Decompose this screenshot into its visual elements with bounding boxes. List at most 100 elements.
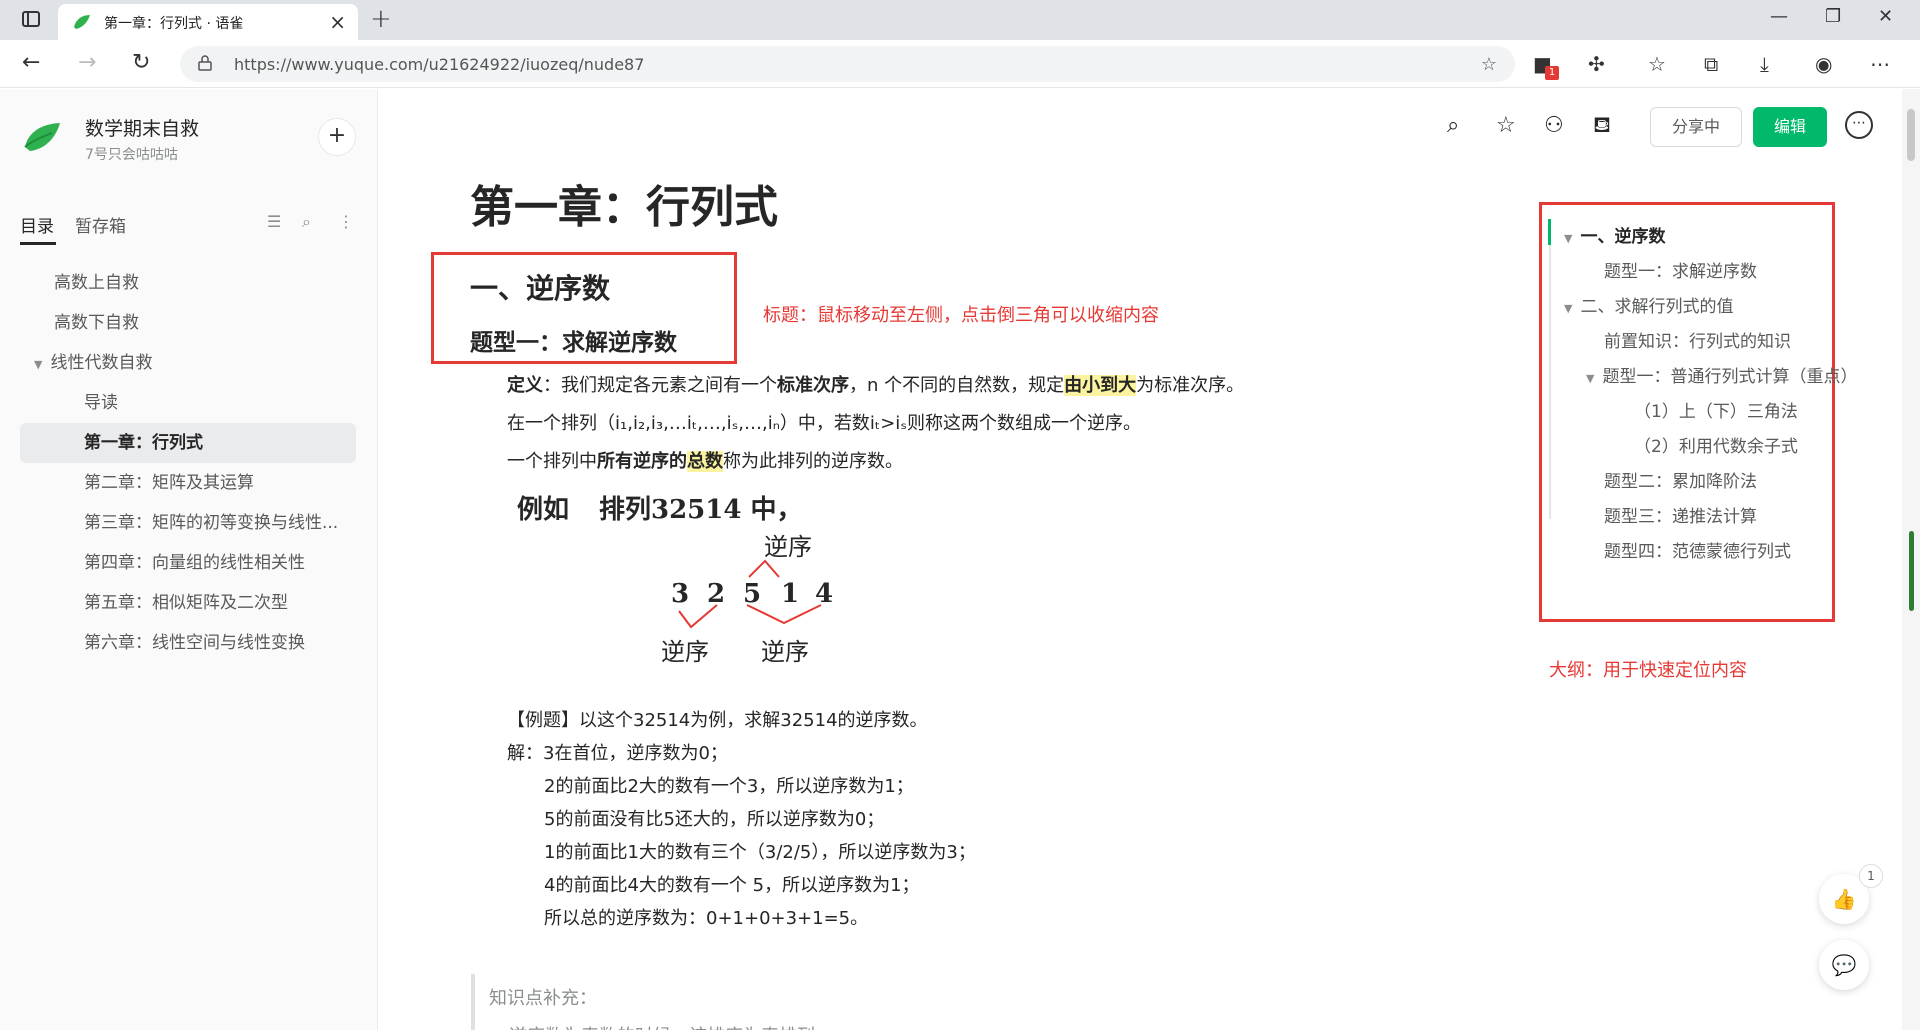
outline-item[interactable]: 题型二：累加降阶法 — [1604, 467, 1757, 492]
list-view-icon[interactable]: ☰ — [267, 212, 281, 231]
url-field[interactable]: https://www.yuque.com/u21624922/iuozeq/n… — [180, 46, 1515, 82]
definition-paragraph: 定义：我们规定各元素之间有一个标准次序，n 个不同的自然数，规定由小到大为标准次… — [507, 371, 1244, 397]
collapse-caret-icon[interactable]: ▼ — [34, 345, 42, 385]
more-options-icon[interactable]: ⋯ — [1845, 111, 1873, 139]
back-icon[interactable]: ← — [22, 50, 40, 75]
forward-icon[interactable]: → — [78, 50, 96, 75]
sidebar-item-label: 线性代数自救 — [50, 353, 153, 373]
sidebar-item-current[interactable]: 第一章：行列式 — [20, 423, 356, 463]
outline-item[interactable]: 题型三：递推法计算 — [1604, 502, 1757, 527]
outline-label: 一、逆序数 — [1580, 227, 1666, 247]
sidebar-item[interactable]: 导读 — [84, 383, 118, 423]
like-count-badge: 1 — [1859, 864, 1883, 888]
quote-title: 知识点补充： — [489, 988, 597, 1009]
sidebar-item[interactable]: 第二章：矩阵及其运算 — [84, 463, 254, 503]
search-icon[interactable]: ⌕ — [1447, 113, 1459, 138]
def-text: ：我们规定各元素之间有一个 — [543, 375, 777, 396]
comment-icon: 💬 — [1831, 953, 1857, 977]
comment-button[interactable]: 💬 — [1819, 940, 1869, 990]
definition-line-2: 在一个排列（i₁,i₂,i₃,…iₜ,…,iₛ,…,iₙ）中，若数iₜ>iₛ则称… — [507, 413, 1142, 434]
lock-icon — [198, 55, 212, 71]
example-problem: 【例题】以这个32514为例，求解32514的逆序数。 — [507, 710, 928, 731]
solution-line: 5的前面没有比5还大的，所以逆序数为0； — [544, 809, 885, 830]
search-icon[interactable]: ⌕ — [302, 212, 311, 232]
highlight-text: 总数 — [687, 451, 723, 472]
annotation-title: 标题：鼠标移动至左侧，点击倒三角可以收缩内容 — [763, 305, 1159, 326]
new-tab-icon[interactable]: + — [370, 4, 392, 34]
text: 称为此排列的逆序数。 — [723, 451, 903, 472]
tab-underline — [20, 242, 56, 245]
profile-avatar-icon[interactable]: ◉ — [1815, 52, 1832, 76]
outline-label: 二、求解行列式的值 — [1580, 297, 1734, 317]
minimize-icon[interactable]: — — [1770, 6, 1788, 27]
outline-item[interactable]: （2）利用代数余子式 — [1634, 432, 1798, 457]
outline-track — [1549, 219, 1551, 519]
def-label: 定义 — [507, 375, 543, 396]
star-icon[interactable]: ☆ — [1496, 113, 1516, 138]
restore-icon[interactable]: ❐ — [1825, 6, 1841, 27]
downloads-icon[interactable]: ⤓ — [1760, 52, 1769, 76]
book-title[interactable]: 数学期末自救 — [85, 114, 199, 141]
tab-drafts[interactable]: 暂存箱 — [75, 212, 126, 237]
heading-3: 题型一：求解逆序数 — [470, 330, 677, 356]
definition-line-3: 一个排列中所有逆序的总数称为此排列的逆序数。 — [507, 447, 903, 473]
add-collaborator-icon[interactable]: ⚇ — [1544, 113, 1564, 138]
def-highlight: 由小到大 — [1064, 375, 1137, 396]
example-image: 例如 排列32514 中， 逆序 3 2 5 1 4 逆序 逆序 — [509, 489, 909, 689]
sidebar-item[interactable]: 第四章：向量组的线性相关性 — [84, 543, 305, 583]
outline-item[interactable]: ▼ 二、求解行列式的值 — [1564, 292, 1733, 317]
heading-2: 一、逆序数 — [470, 272, 611, 305]
solution-line: 所以总的逆序数为：0+1+0+3+1=5。 — [544, 908, 869, 929]
tab-close-icon[interactable]: × — [329, 10, 346, 34]
reverse-label-left: 逆序 — [661, 638, 709, 666]
page-title: 第一章：行列式 — [470, 182, 778, 233]
sidebar-item[interactable]: 第五章：相似矩阵及二次型 — [84, 583, 288, 623]
reverse-label-right: 逆序 — [761, 638, 809, 666]
sidebar-item-folder[interactable]: ▼ 线性代数自救 — [34, 343, 152, 383]
bold-text: 所有逆序的 — [597, 451, 687, 472]
more-vertical-icon[interactable]: ⋮ — [338, 212, 354, 231]
settings-more-icon[interactable]: ⋯ — [1870, 52, 1890, 76]
outline-item[interactable]: 题型一：求解逆序数 — [1604, 257, 1757, 282]
outline-item[interactable]: （1）上（下）三角法 — [1634, 397, 1798, 422]
def-text: 为标准次序。 — [1136, 375, 1245, 396]
present-icon[interactable]: ⛾ — [1593, 113, 1611, 141]
extension-badge: 1 — [1545, 66, 1559, 80]
sidebar-item[interactable]: 第六章：线性空间与线性变换 — [84, 623, 305, 663]
sidebar-item[interactable]: 高数下自救 — [54, 303, 139, 343]
outline-item[interactable]: 前置知识：行列式的知识 — [1604, 327, 1791, 352]
tab-title: 第一章：行列式 · 语雀 — [104, 16, 244, 32]
scrollbar-thumb[interactable] — [1907, 109, 1915, 161]
sidebar-item[interactable]: 第三章：矩阵的初等变换与线性... — [84, 503, 338, 543]
document-area: ⌕ ☆ ⚇ ⛾ 分享中 编辑 ⋯ 第一章：行列式 一、逆序数 题型一：求解逆序数… — [379, 89, 1902, 1030]
page-scrollbar[interactable] — [1902, 89, 1920, 1030]
outline-active-indicator — [1548, 219, 1551, 245]
add-doc-button[interactable]: + — [318, 118, 356, 156]
collections-icon[interactable]: ⧉ — [1704, 52, 1718, 76]
favorites-icon[interactable]: ☆ — [1648, 52, 1666, 76]
solution-line: 1的前面比1大的数有三个（3/2/5），所以逆序数为3； — [544, 842, 976, 863]
yuque-brand-logo-icon — [24, 123, 60, 151]
puzzle-icon[interactable]: ✣ — [1588, 52, 1605, 76]
yuque-logo-icon — [74, 15, 90, 29]
tab-catalog[interactable]: 目录 — [20, 212, 54, 237]
outline-item[interactable]: ▼ 一、逆序数 — [1564, 222, 1665, 247]
def-text: ，n 个不同的自然数，规定 — [849, 375, 1065, 396]
text: 一个排列中 — [507, 451, 597, 472]
favorite-star-icon[interactable]: ☆ — [1481, 54, 1497, 75]
sidebar: 数学期末自救 7号只会咕咕咕 + 目录 暂存箱 ☰ ⌕ ⋮ 高数上自救 高数下自… — [0, 89, 378, 1030]
address-toolbar: ← → ↻ https://www.yuque.com/u21624922/iu… — [0, 40, 1920, 88]
knowledge-quote: 知识点补充： 逆序数为奇数的时候，该排序为奇排列 — [471, 974, 1071, 1030]
close-window-icon[interactable]: ✕ — [1878, 6, 1893, 27]
def-bold: 标准次序 — [777, 375, 849, 396]
browser-tab-active[interactable]: 第一章：行列式 · 语雀 × — [58, 4, 358, 40]
edit-button[interactable]: 编辑 — [1753, 107, 1827, 147]
scroll-position-marker — [1909, 531, 1914, 611]
share-button[interactable]: 分享中 — [1650, 107, 1742, 147]
sidebar-item[interactable]: 高数上自救 — [54, 263, 139, 303]
outline-item[interactable]: ▼ 题型一：普通行列式计算（重点） — [1586, 362, 1857, 387]
tab-actions-icon[interactable] — [22, 11, 40, 27]
browser-tab-bar: 第一章：行列式 · 语雀 × + — ❐ ✕ — [0, 0, 1920, 40]
refresh-icon[interactable]: ↻ — [132, 50, 150, 75]
outline-item[interactable]: 题型四：范德蒙德行列式 — [1604, 537, 1791, 562]
